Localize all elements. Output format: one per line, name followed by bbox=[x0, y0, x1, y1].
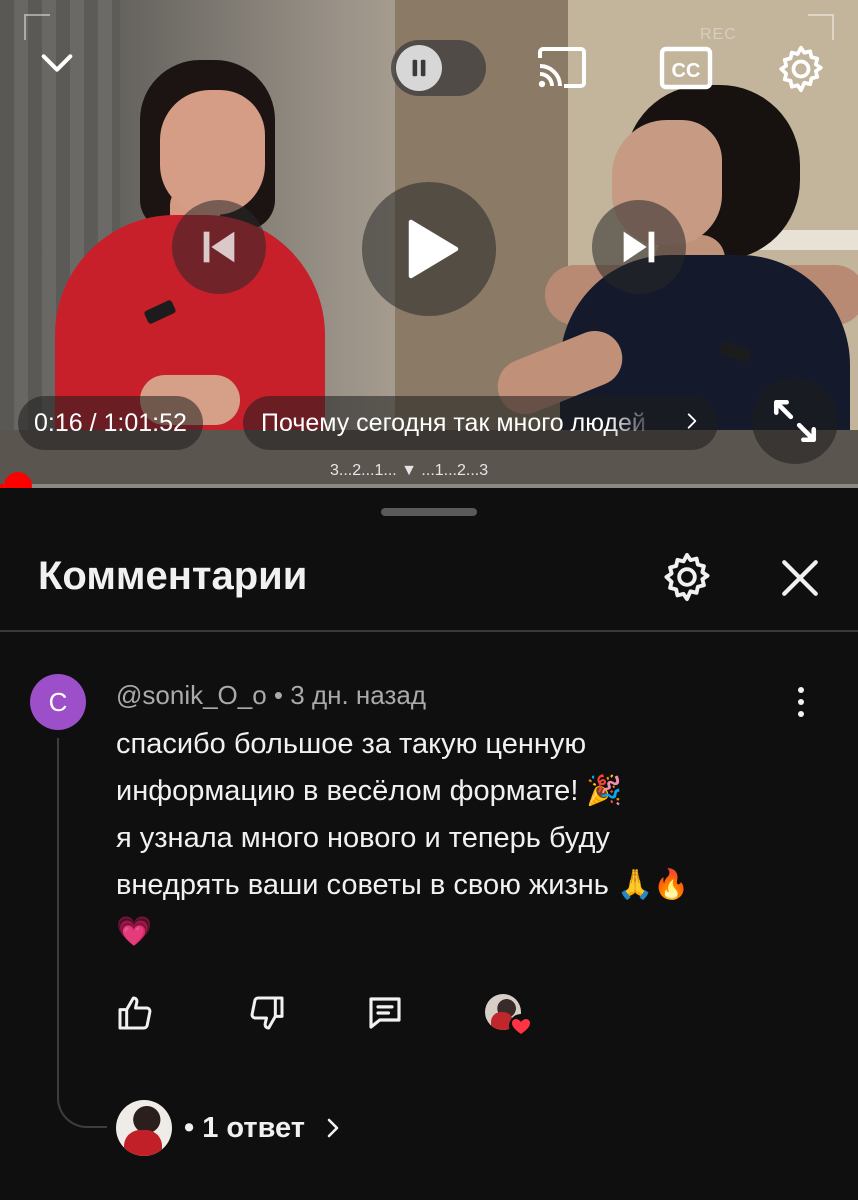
thumbs-down-icon bbox=[250, 996, 284, 1030]
previous-button[interactable] bbox=[172, 200, 266, 294]
video-player[interactable]: REC 3...2...1... ▼ ...1...2...3 CC 0:16 … bbox=[0, 0, 858, 488]
gear-icon bbox=[779, 45, 823, 93]
comment-more-button[interactable] bbox=[786, 682, 816, 722]
fullscreen-button[interactable] bbox=[752, 378, 838, 464]
comment-author[interactable]: @sonik_O_o bbox=[116, 680, 267, 710]
avatar-letter: С bbox=[48, 686, 68, 717]
skip-next-icon bbox=[623, 231, 655, 263]
viewfinder-rec-label: REC bbox=[700, 26, 737, 43]
next-button[interactable] bbox=[592, 200, 686, 294]
viewfinder-countdown: 3...2...1... ▼ ...1...2...3 bbox=[330, 462, 489, 479]
cast-button[interactable] bbox=[532, 42, 592, 94]
viewfinder-corner-top-left bbox=[24, 14, 50, 40]
reply-button[interactable] bbox=[362, 990, 408, 1036]
cast-icon bbox=[538, 47, 586, 88]
dislike-button[interactable] bbox=[244, 990, 290, 1036]
chevron-right-icon bbox=[321, 1116, 345, 1140]
view-replies-button[interactable]: • 1 ответ bbox=[116, 1100, 345, 1156]
time-display: 0:16 / 1:01:52 bbox=[18, 396, 203, 450]
time-text: 0:16 / 1:01:52 bbox=[34, 408, 187, 437]
autoplay-toggle[interactable] bbox=[391, 40, 486, 96]
meta-separator: • bbox=[266, 680, 291, 710]
avatar[interactable]: С bbox=[30, 674, 86, 730]
reply-count: • 1 ответ bbox=[184, 1111, 305, 1144]
reply-thread-line bbox=[57, 738, 107, 1128]
video-person-left-face bbox=[160, 90, 265, 215]
like-button[interactable] bbox=[112, 990, 158, 1036]
close-icon bbox=[782, 560, 818, 596]
more-vertical-icon bbox=[798, 684, 804, 720]
comments-settings-button[interactable] bbox=[660, 550, 714, 604]
close-comments-button[interactable] bbox=[772, 550, 828, 606]
chapter-title: Почему сегодня так много людей bbox=[261, 408, 646, 437]
comment-line: внедрять ваши советы в свою жизнь 🙏🔥 bbox=[116, 869, 690, 901]
comments-panel: Комментарии С @sonik_O_o • 3 дн. назад с… bbox=[0, 488, 858, 1200]
avatar bbox=[116, 1100, 172, 1156]
comment-meta: @sonik_O_o • 3 дн. назад bbox=[116, 680, 426, 711]
viewfinder-corner-top-right bbox=[808, 14, 834, 40]
play-button[interactable] bbox=[362, 182, 496, 316]
panel-divider bbox=[0, 630, 858, 632]
gear-icon bbox=[664, 552, 710, 602]
creator-heart-icon bbox=[509, 1014, 533, 1038]
captions-button[interactable]: CC bbox=[658, 44, 714, 92]
skip-previous-icon bbox=[203, 231, 235, 263]
comment-line: спасибо большое за такую ценную bbox=[116, 728, 587, 760]
chevron-right-icon bbox=[682, 409, 702, 438]
collapse-player-button[interactable] bbox=[34, 40, 80, 86]
play-icon bbox=[408, 219, 459, 279]
comment-text: спасибо большое за такую ценную информац… bbox=[116, 721, 816, 956]
comment-line: информацию в весёлом формате! 🎉 bbox=[116, 775, 623, 807]
autoplay-toggle-knob bbox=[396, 45, 442, 91]
chevron-down-icon bbox=[41, 54, 73, 72]
creator-heart-badge[interactable] bbox=[485, 994, 535, 1038]
pause-icon bbox=[412, 59, 426, 77]
reply-icon bbox=[369, 997, 401, 1029]
panel-title: Комментарии bbox=[38, 554, 308, 598]
chapter-button[interactable]: Почему сегодня так много людей bbox=[243, 396, 718, 450]
player-settings-button[interactable] bbox=[774, 42, 828, 96]
comment-line: я узнала много нового и теперь буду bbox=[116, 822, 610, 854]
cc-icon: CC bbox=[659, 46, 713, 90]
panel-drag-handle[interactable] bbox=[381, 508, 477, 516]
thumbs-up-icon bbox=[118, 996, 152, 1030]
fullscreen-icon bbox=[773, 399, 817, 443]
svg-text:CC: CC bbox=[672, 60, 701, 82]
comment-line: 💗 bbox=[116, 916, 153, 948]
comment-age: 3 дн. назад bbox=[290, 680, 427, 710]
